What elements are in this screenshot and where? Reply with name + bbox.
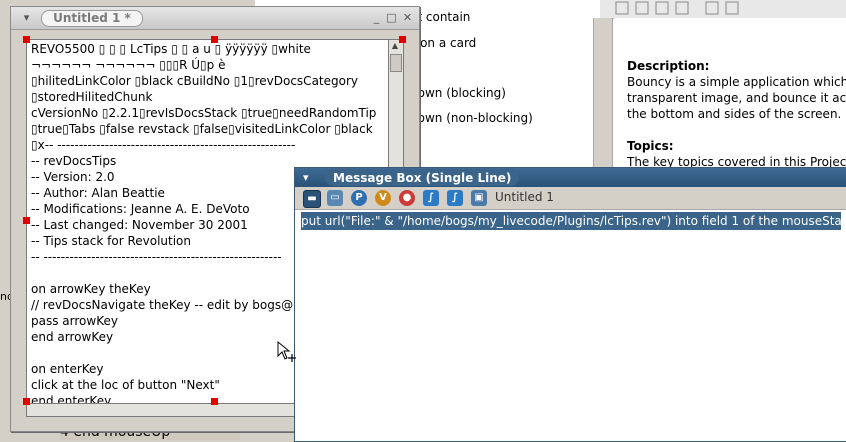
v-icon[interactable]: V	[375, 190, 391, 206]
script-line: -- -------------------------------------…	[31, 250, 282, 264]
script-line: ¬¬¬¬¬¬ ¬¬¬¬¬¬ ▯▯▯R Ú▯p è	[31, 58, 226, 72]
selection-handle[interactable]	[23, 217, 30, 224]
description-heading: Description:	[627, 59, 710, 73]
selection-handle[interactable]	[23, 398, 30, 405]
script-line: cVersionNo ▯2.2.1▯revIsDocsStack ▯true▯n…	[31, 106, 377, 120]
script-line: ▯true▯Tabs ▯false revstack ▯false▯visite…	[31, 122, 373, 136]
maximize-icon[interactable]: □	[386, 12, 397, 23]
script-line: REVO5500 ▯ ▯ ▯ LcTips ▯ ▯ a u ▯ ÿÿÿÿÿÿ ▯…	[31, 42, 311, 56]
script-line: // revDocsNavigate theKey -- edit by bog…	[31, 298, 313, 312]
selection-handle[interactable]	[23, 36, 30, 43]
message-box-titlebar[interactable]: ▾ Message Box (Single Line)	[295, 168, 846, 187]
script-line: -- Tips stack for Revolution	[31, 234, 191, 248]
global-icon[interactable]: ∫	[447, 190, 463, 206]
script-line: -- Version: 2.0	[31, 170, 115, 184]
script-line: click at the loc of button "Next"	[31, 378, 220, 392]
message-box-toolbar: ▬ ▭ P V ● ∫ ∫ ▣ Untitled 1	[295, 187, 846, 210]
topics-heading: Topics:	[627, 139, 674, 153]
message-box-window[interactable]: ▾ Message Box (Single Line) ▬ ▭ P V ● ∫ …	[294, 167, 846, 442]
background-property-list: at contain s on a card down (blocking) d…	[410, 0, 600, 170]
stop-icon[interactable]: ●	[399, 190, 415, 206]
script-line: end arrowKey	[31, 330, 114, 344]
window-menu-icon[interactable]: ▾	[21, 12, 32, 23]
description-panel: Description: Bouncy is a simple applicat…	[614, 18, 846, 178]
p-icon[interactable]: P	[351, 190, 367, 206]
window-title: Untitled 1 *	[41, 10, 143, 27]
move-cursor-icon	[277, 340, 296, 362]
selection-handle[interactable]	[399, 36, 406, 43]
message-input[interactable]: put url("File:" & "/home/bogs/my_livecod…	[301, 212, 841, 230]
description-line: Bouncy is a simple application which ca	[627, 75, 846, 89]
script-line: -- Last changed: November 30 2001	[31, 218, 248, 232]
list-item: down (blocking)	[410, 86, 506, 100]
description-line: the bottom and sides of the screen.	[627, 107, 842, 121]
minimize-icon[interactable]: _	[371, 12, 382, 23]
script-line: ▯hilitedLinkColor ▯black cBuildNo ▯1▯rev…	[31, 74, 358, 88]
multi-line-icon[interactable]: ▭	[327, 190, 343, 206]
script-line: ▯storedHilitedChunk	[31, 90, 153, 104]
script-line: -- Modifications: Jeanne A. E. DeVoto	[31, 202, 250, 216]
single-line-icon[interactable]: ▬	[303, 190, 321, 208]
script-line: ▯x-- -----------------------------------…	[31, 138, 296, 152]
description-line: transparent image, and bounce it across	[627, 91, 846, 105]
background-divider	[593, 18, 613, 178]
message-box-title: Message Box (Single Line)	[325, 169, 520, 186]
background-left-edge: nd	[0, 290, 10, 303]
selection-handle[interactable]	[211, 36, 218, 43]
list-item: down (non-blocking)	[410, 111, 533, 125]
script-icon[interactable]: ∫	[423, 190, 439, 206]
close-icon[interactable]: ✕	[402, 12, 413, 23]
scroll-thumb[interactable]	[390, 54, 402, 72]
stacks-icon[interactable]: ▣	[471, 190, 487, 206]
selection-handle[interactable]	[211, 398, 218, 405]
script-line: -- Author: Alan Beattie	[31, 186, 165, 200]
script-line: pass arrowKey	[31, 314, 118, 328]
stack-label[interactable]: Untitled 1	[495, 190, 554, 204]
script-line: on arrowKey theKey	[31, 282, 151, 296]
script-line: on enterKey	[31, 362, 104, 376]
script-line: -- revDocsTips	[31, 154, 117, 168]
script-window-titlebar[interactable]: ▾ Untitled 1 * _ □ ✕	[11, 7, 419, 30]
window-menu-icon[interactable]: ▾	[303, 168, 309, 187]
